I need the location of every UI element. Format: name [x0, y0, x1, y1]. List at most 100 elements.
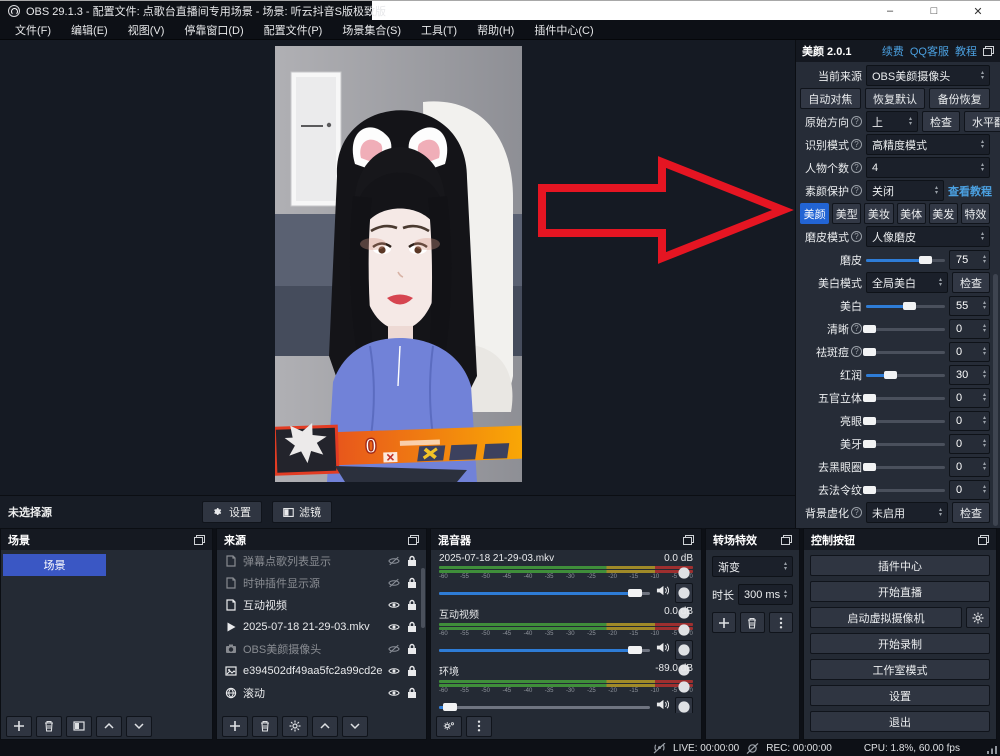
- tutorial-link[interactable]: 查看教程: [948, 183, 992, 199]
- slider-value-spinner[interactable]: 0▴▾: [949, 411, 990, 431]
- whiten-check-button[interactable]: 检查: [952, 272, 990, 293]
- move-scene-down-button[interactable]: [126, 716, 152, 737]
- popout-icon[interactable]: [683, 535, 694, 545]
- volume-handle[interactable]: [628, 589, 642, 597]
- slider-美白[interactable]: [866, 299, 945, 313]
- mixer-menu-button[interactable]: [466, 716, 492, 737]
- source-filters-button[interactable]: 滤镜: [272, 501, 332, 523]
- eye-slash-icon[interactable]: [388, 577, 400, 589]
- source-settings-button[interactable]: 设置: [202, 501, 262, 523]
- beauty-link-2[interactable]: QQ客服: [910, 43, 949, 59]
- popout-icon[interactable]: [983, 46, 994, 56]
- transition-type-dropdown[interactable]: 渐变 ▴▾: [712, 556, 793, 577]
- person-count-spinner[interactable]: 4 ▴▾: [866, 157, 990, 178]
- beauty-action-button-1[interactable]: 自动对焦: [800, 88, 861, 109]
- popout-icon[interactable]: [408, 535, 419, 545]
- volume-handle[interactable]: [443, 703, 457, 711]
- volume-slider[interactable]: [439, 587, 650, 599]
- speaker-icon[interactable]: [656, 698, 669, 713]
- tab-美型[interactable]: 美型: [832, 203, 861, 224]
- lock-icon[interactable]: [406, 665, 418, 677]
- slider-value-spinner[interactable]: 0▴▾: [949, 457, 990, 477]
- popout-icon[interactable]: [194, 535, 205, 545]
- slider-value-spinner[interactable]: 0▴▾: [949, 342, 990, 362]
- mixer-channel-menu-button[interactable]: [675, 583, 693, 603]
- lock-icon[interactable]: [406, 687, 418, 699]
- slider-handle[interactable]: [863, 440, 876, 448]
- minimize-button[interactable]: –: [868, 1, 912, 21]
- slider-祛斑痘[interactable]: [866, 345, 945, 359]
- add-transition-button[interactable]: [712, 612, 736, 633]
- slider-红润[interactable]: [866, 368, 945, 382]
- slider-value-spinner[interactable]: 75▴▾: [949, 250, 990, 270]
- preview-video[interactable]: 0: [275, 46, 522, 482]
- smooth-mode-dropdown[interactable]: 人像磨皮 ▴▾: [866, 226, 990, 247]
- move-source-up-button[interactable]: [312, 716, 338, 737]
- slider-handle[interactable]: [863, 348, 876, 356]
- help-icon[interactable]: ?: [851, 346, 862, 357]
- tab-特效[interactable]: 特效: [961, 203, 990, 224]
- source-row[interactable]: e394502df49aa5fc2a99cd2e7c: [217, 660, 426, 682]
- slider-美牙[interactable]: [866, 437, 945, 451]
- advanced-audio-button[interactable]: [436, 716, 462, 737]
- source-row[interactable]: 时钟插件显示源: [217, 572, 426, 594]
- menu-item-9[interactable]: 插件中心(C): [525, 20, 602, 40]
- lock-icon[interactable]: [406, 643, 418, 655]
- flip-horizontal-button[interactable]: 水平翻转: [964, 111, 1000, 132]
- slider-value-spinner[interactable]: 0▴▾: [949, 388, 990, 408]
- add-scene-button[interactable]: [6, 716, 32, 737]
- control-button-7[interactable]: 退出: [810, 711, 990, 732]
- recognition-mode-dropdown[interactable]: 高精度模式 ▴▾: [866, 134, 990, 155]
- slider-磨皮[interactable]: [866, 253, 945, 267]
- tab-美妆[interactable]: 美妆: [864, 203, 893, 224]
- slider-handle[interactable]: [863, 394, 876, 402]
- transition-duration-spinner[interactable]: 300 ms ▴▾: [738, 584, 793, 605]
- source-row[interactable]: 互动视频: [217, 594, 426, 616]
- help-icon[interactable]: ?: [851, 231, 862, 242]
- slider-value-spinner[interactable]: 0▴▾: [949, 319, 990, 339]
- volume-slider[interactable]: [439, 644, 650, 656]
- slider-handle[interactable]: [863, 325, 876, 333]
- lock-icon[interactable]: [406, 621, 418, 633]
- slider-value-spinner[interactable]: 30▴▾: [949, 365, 990, 385]
- mixer-channel-menu-button[interactable]: [675, 640, 693, 660]
- control-button-4[interactable]: 开始录制: [810, 633, 990, 654]
- eye-icon[interactable]: [388, 621, 400, 633]
- control-button-6[interactable]: 设置: [810, 685, 990, 706]
- slider-亮眼[interactable]: [866, 414, 945, 428]
- menu-item-8[interactable]: 帮助(H): [468, 20, 523, 40]
- menu-item-4[interactable]: 停靠窗口(D): [175, 20, 252, 40]
- eye-icon[interactable]: [388, 665, 400, 677]
- lock-icon[interactable]: [406, 555, 418, 567]
- speaker-icon[interactable]: [656, 641, 669, 659]
- background-blur-dropdown[interactable]: 未启用 ▴▾: [866, 502, 948, 523]
- menu-item-7[interactable]: 工具(T): [412, 20, 466, 40]
- orientation-check-button[interactable]: 检查: [922, 111, 960, 132]
- slider-handle[interactable]: [919, 256, 932, 264]
- eye-slash-icon[interactable]: [388, 643, 400, 655]
- slider-五官立体[interactable]: [866, 391, 945, 405]
- slider-handle[interactable]: [863, 463, 876, 471]
- help-icon[interactable]: ?: [851, 323, 862, 334]
- tab-美颜[interactable]: 美颜: [800, 203, 829, 224]
- help-icon[interactable]: ?: [851, 116, 862, 127]
- volume-handle[interactable]: [628, 646, 642, 654]
- slider-清晰[interactable]: [866, 322, 945, 336]
- scene-item-场景[interactable]: 场景: [3, 554, 106, 576]
- scene-filters-button[interactable]: [66, 716, 92, 737]
- tab-美体[interactable]: 美体: [897, 203, 926, 224]
- menu-item-3[interactable]: 视图(V): [119, 20, 174, 40]
- remove-scene-button[interactable]: [36, 716, 62, 737]
- menu-item-2[interactable]: 编辑(E): [62, 20, 117, 40]
- help-icon[interactable]: ?: [851, 162, 862, 173]
- control-button-1[interactable]: 插件中心: [810, 555, 990, 576]
- background-blur-check-button[interactable]: 检查: [952, 502, 990, 523]
- eye-slash-icon[interactable]: [388, 555, 400, 567]
- popout-icon[interactable]: [781, 535, 792, 545]
- volume-slider[interactable]: [439, 701, 650, 713]
- close-button[interactable]: ✕: [956, 1, 1000, 21]
- eye-icon[interactable]: [388, 687, 400, 699]
- sources-scrollbar[interactable]: [421, 568, 425, 628]
- lock-icon[interactable]: [406, 577, 418, 589]
- move-source-down-button[interactable]: [342, 716, 368, 737]
